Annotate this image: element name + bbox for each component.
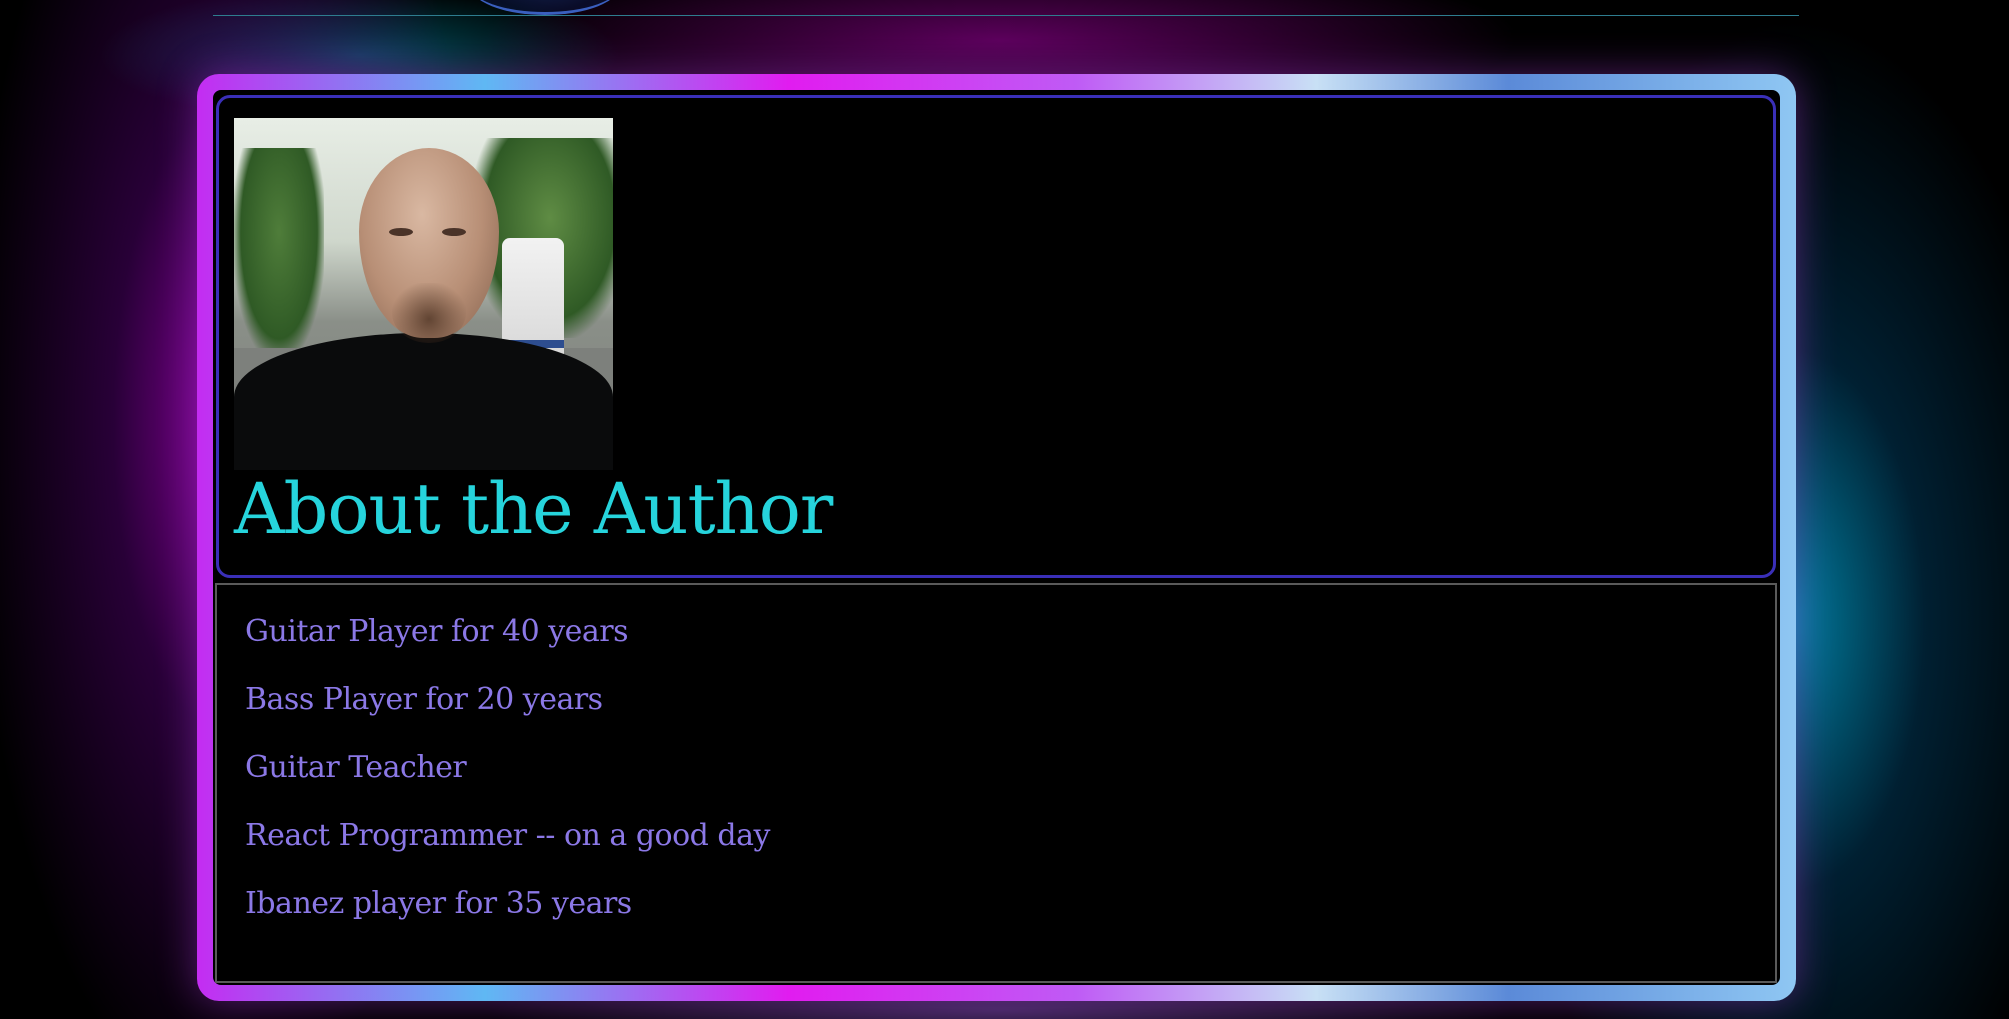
facts-list: Guitar Player for 40 years Bass Player f…: [245, 607, 770, 947]
list-item: Guitar Teacher: [245, 750, 467, 785]
list-item: React Programmer -- on a good day: [245, 818, 770, 853]
list-item: Guitar Player for 40 years: [245, 614, 629, 649]
photo-eye: [389, 228, 413, 236]
page-title: About the Author: [234, 468, 833, 550]
list-item: Bass Player for 20 years: [245, 682, 603, 717]
header-divider: [213, 15, 1799, 16]
photo-beard: [392, 283, 466, 343]
photo-tree: [234, 148, 324, 358]
author-photo: [234, 118, 613, 470]
list-item: Ibanez player for 35 years: [245, 886, 632, 921]
photo-shirt: [234, 333, 613, 470]
photo-eye: [442, 228, 466, 236]
